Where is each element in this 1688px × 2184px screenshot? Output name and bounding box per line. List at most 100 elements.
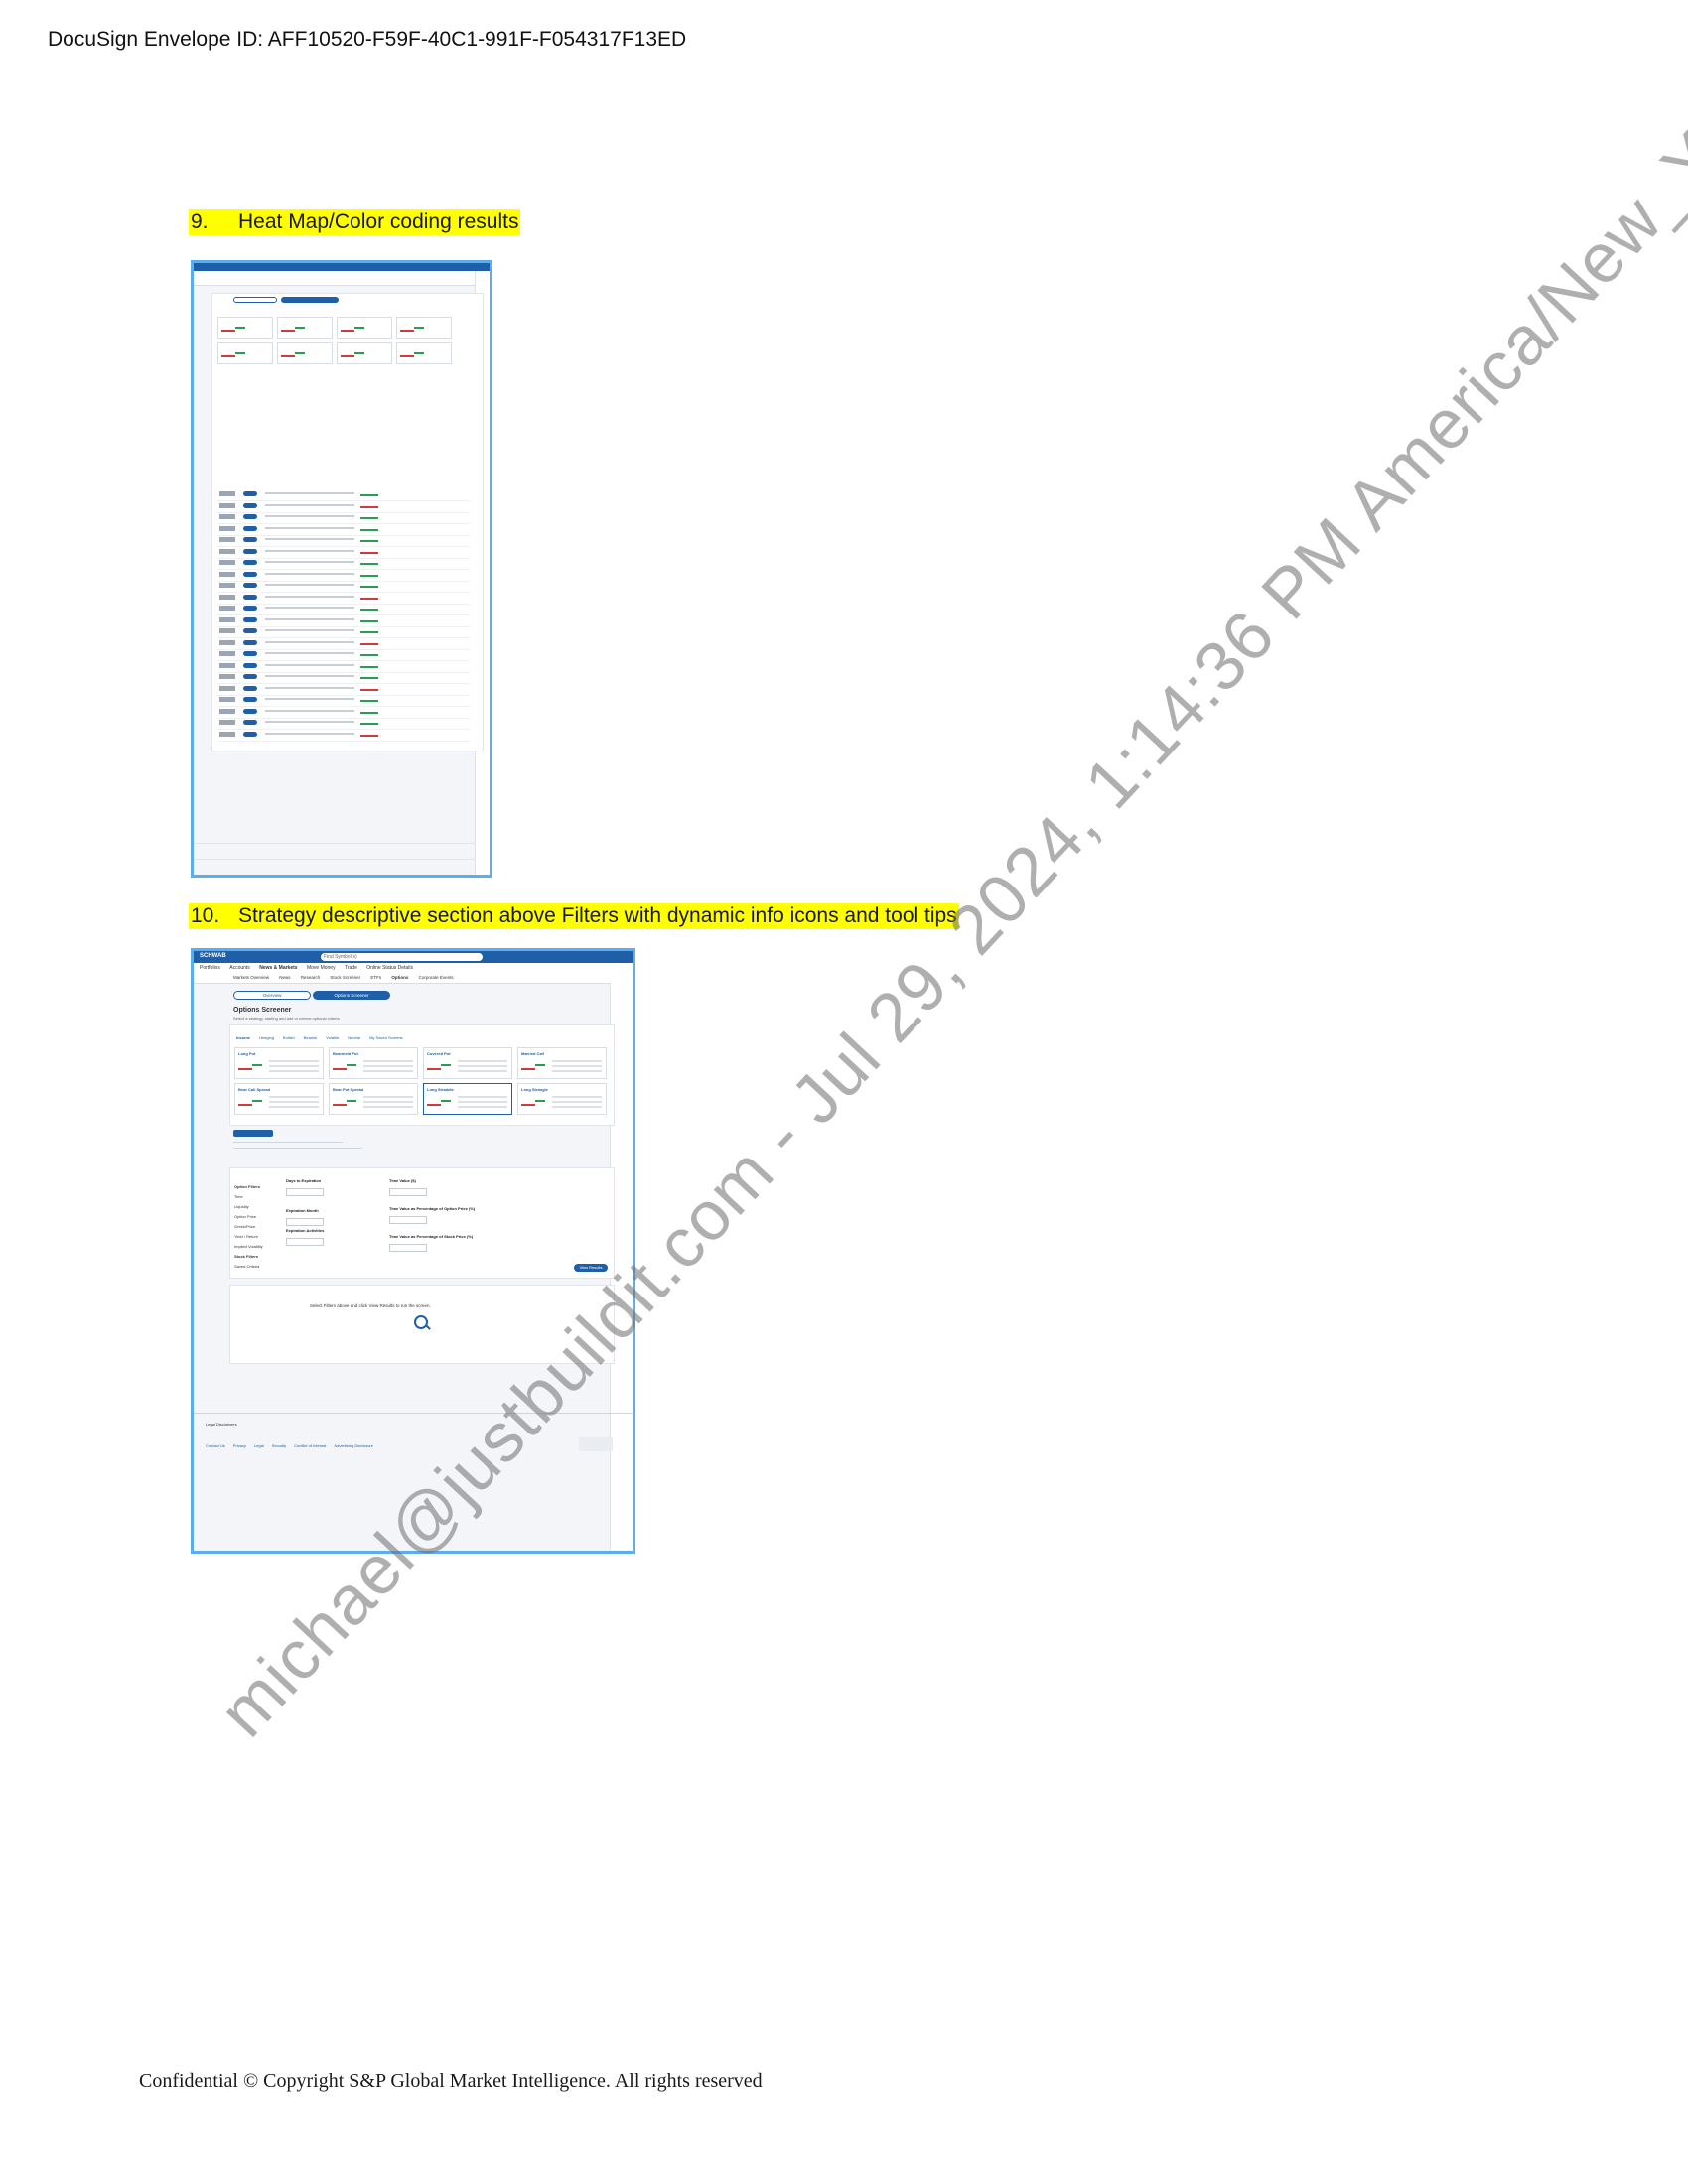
category-tab[interactable]: Bullish xyxy=(283,1035,295,1040)
row-action-pill[interactable] xyxy=(243,720,257,725)
strategy-tile[interactable] xyxy=(277,342,333,364)
sub-nav-item[interactable]: Corporate Events xyxy=(419,973,454,983)
filter-section-item[interactable]: Option Filters xyxy=(234,1184,278,1189)
row-action-pill[interactable] xyxy=(243,548,257,554)
category-tab[interactable]: My Saved Screens xyxy=(369,1035,403,1040)
strategy-tile[interactable]: Married Call xyxy=(517,1047,607,1079)
filter-section-item[interactable]: Time xyxy=(234,1194,278,1199)
description-line xyxy=(458,1101,507,1103)
payoff-graph xyxy=(427,1068,441,1070)
sub-nav-item[interactable]: Options xyxy=(391,973,408,983)
payoff-graph xyxy=(235,352,245,354)
row-line xyxy=(217,557,470,559)
strategy-tile[interactable] xyxy=(217,317,273,339)
tab-options-screener xyxy=(281,297,339,303)
nav-item[interactable]: Online Status Details xyxy=(366,963,413,973)
strategy-tile[interactable] xyxy=(337,317,392,339)
filter-input[interactable] xyxy=(389,1188,427,1196)
footer-link[interactable]: Contact Us xyxy=(206,1443,225,1448)
strategy-tile[interactable] xyxy=(396,342,452,364)
row-action-pill[interactable] xyxy=(243,594,257,600)
heat-bar xyxy=(360,586,378,588)
filter-section-item[interactable]: Option Price xyxy=(234,1214,278,1219)
category-tab[interactable]: Bearish xyxy=(304,1035,318,1040)
row-action-pill[interactable] xyxy=(243,685,257,691)
sub-nav-item[interactable]: Markets Overview xyxy=(233,973,269,983)
row-action-pill[interactable] xyxy=(243,674,257,679)
strategy-tile[interactable]: Long Straddle xyxy=(423,1083,512,1115)
row-action-pill[interactable] xyxy=(243,731,257,737)
payoff-graph xyxy=(414,327,424,329)
nav-item[interactable]: Move Money xyxy=(307,963,336,973)
sub-nav-item[interactable]: ETFs xyxy=(370,973,381,983)
strategy-tile[interactable]: Covered Put xyxy=(423,1047,512,1079)
footer-link[interactable]: Conflict of Interest xyxy=(294,1443,326,1448)
filter-section-item[interactable]: Yield / Return xyxy=(234,1234,278,1239)
strategy-tile[interactable] xyxy=(217,342,273,364)
sub-nav: Markets Overview News Research Stock Scr… xyxy=(194,973,633,984)
description-line xyxy=(552,1060,602,1062)
row-action-pill[interactable] xyxy=(243,514,257,519)
row-action-pill[interactable] xyxy=(243,583,257,588)
strategy-tile[interactable]: Bearmeld Put xyxy=(329,1047,418,1079)
filter-section-item[interactable]: Liquidity xyxy=(234,1204,278,1209)
filter-section-item[interactable]: Implied Volatility xyxy=(234,1244,278,1249)
row-action-pill[interactable] xyxy=(243,651,257,656)
strategy-tile[interactable]: Long Strangle xyxy=(517,1083,607,1115)
filter-input[interactable] xyxy=(389,1244,427,1252)
filter-section-item[interactable]: Stock Filters xyxy=(234,1254,278,1259)
section-title: Strategy descriptive section above Filte… xyxy=(238,904,957,927)
sub-nav-item[interactable]: Stock Screener xyxy=(330,973,360,983)
footer-link[interactable]: Legal xyxy=(254,1443,264,1448)
row-action-pill[interactable] xyxy=(243,616,257,622)
page-subtitle: Select a strategy, starting and add or n… xyxy=(233,1016,340,1021)
row-action-pill[interactable] xyxy=(243,525,257,531)
filter-input[interactable] xyxy=(286,1218,324,1226)
row-action-pill[interactable] xyxy=(243,662,257,668)
row-action-pill[interactable] xyxy=(243,502,257,508)
filter-input[interactable] xyxy=(286,1188,324,1196)
strategy-tile[interactable] xyxy=(337,342,392,364)
footer-link[interactable]: Security xyxy=(272,1443,286,1448)
search-input[interactable]: Find Symbol(s) xyxy=(321,953,483,961)
legal-link[interactable]: Legal Disclaimers xyxy=(206,1422,237,1427)
filter-section-item[interactable]: Greek/Price xyxy=(234,1224,278,1229)
row-action-pill[interactable] xyxy=(243,697,257,702)
strategy-tile[interactable]: Bear Put Spread xyxy=(329,1083,418,1115)
category-tab[interactable]: Income xyxy=(236,1035,250,1040)
nav-item[interactable]: Trade xyxy=(345,963,357,973)
filter-input[interactable] xyxy=(389,1216,427,1224)
nav-item[interactable]: Portfolios xyxy=(200,963,220,973)
category-tab[interactable]: Hedging xyxy=(259,1035,274,1040)
sub-nav-item[interactable]: News xyxy=(279,973,290,983)
payoff-graph xyxy=(441,1100,451,1102)
filter-input[interactable] xyxy=(286,1238,324,1246)
row-action-pill[interactable] xyxy=(243,537,257,542)
strategy-tile[interactable] xyxy=(277,317,333,339)
heat-bar xyxy=(360,563,378,565)
row-action-pill[interactable] xyxy=(243,628,257,633)
row-cells xyxy=(265,652,354,654)
nav-item[interactable]: News & Markets xyxy=(259,963,297,973)
row-action-pill[interactable] xyxy=(243,571,257,577)
row-symbol xyxy=(219,491,235,496)
row-action-pill[interactable] xyxy=(243,560,257,565)
filter-section-item[interactable]: Saved Criteria xyxy=(234,1264,278,1269)
category-tab[interactable]: Volatile xyxy=(326,1035,339,1040)
nav-item[interactable]: Accounts xyxy=(229,963,250,973)
tab-overview[interactable]: Overview xyxy=(233,991,311,1000)
row-action-pill[interactable] xyxy=(243,639,257,645)
heat-bar xyxy=(360,711,378,714)
footer-link[interactable]: Privacy xyxy=(233,1443,246,1448)
strategy-tile[interactable]: Bear Call Spread xyxy=(234,1083,324,1115)
strategy-tile[interactable]: Long Put xyxy=(234,1047,324,1079)
tab-options-screener[interactable]: Options Screener xyxy=(313,991,390,1000)
category-tab[interactable]: Neutral xyxy=(348,1035,360,1040)
footer-link[interactable]: Advertising Disclosure xyxy=(334,1443,373,1448)
row-action-pill[interactable] xyxy=(243,606,257,611)
sub-nav-item[interactable]: Research xyxy=(301,973,320,983)
row-action-pill[interactable] xyxy=(243,491,257,496)
filter-field-label: Days to Expiration xyxy=(286,1178,322,1183)
strategy-tile[interactable] xyxy=(396,317,452,339)
row-action-pill[interactable] xyxy=(243,708,257,714)
